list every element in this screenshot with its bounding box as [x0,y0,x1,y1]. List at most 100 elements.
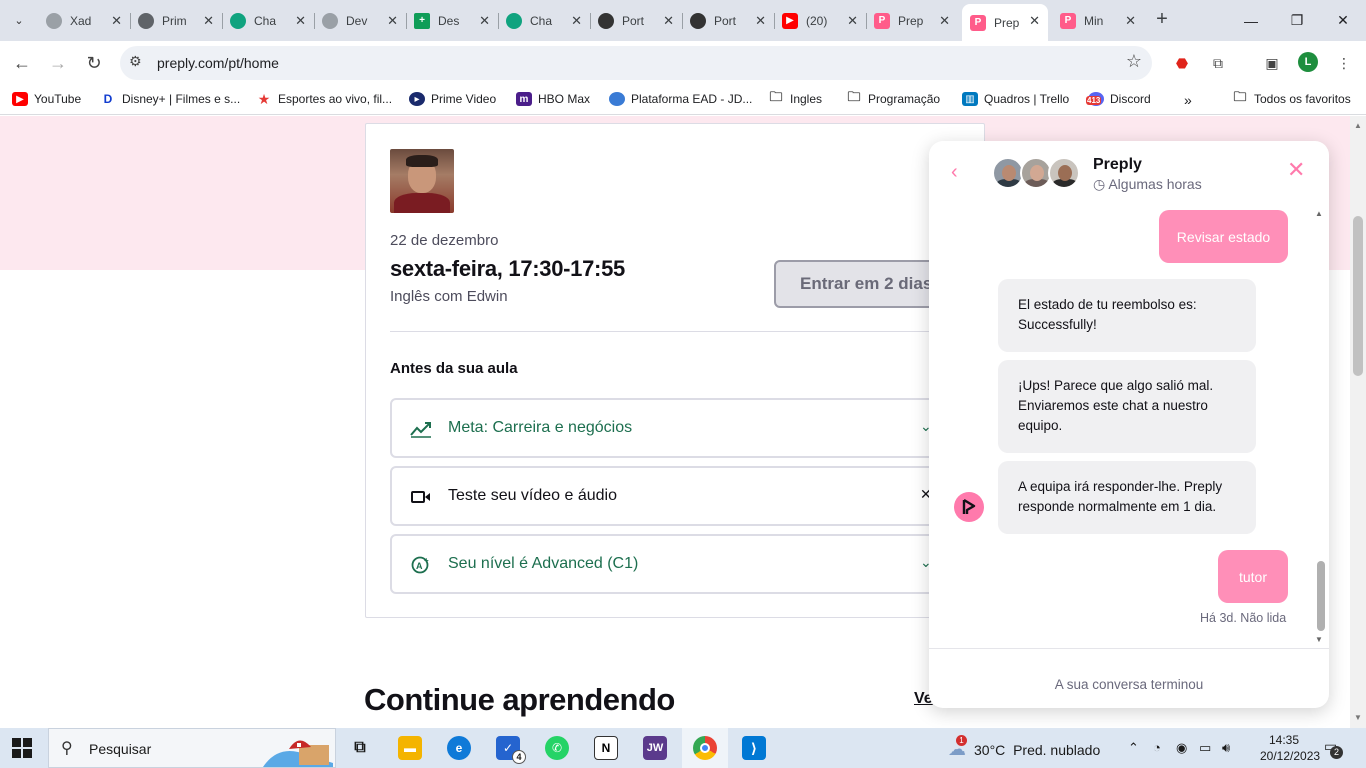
extensions-puzzle-icon[interactable]: ⧉ [1208,53,1228,73]
tab-7[interactable]: Port ✕ [590,4,683,37]
hbo-max-icon: m [516,92,532,106]
network-icon[interactable]: ◔ [1153,740,1161,755]
menu-kebab-icon[interactable]: ⋮ [1334,53,1354,73]
notification-center-icon[interactable]: ▭ 2 [1324,738,1343,759]
disney-icon: D [103,92,113,106]
windows-start-button[interactable] [12,738,32,758]
tab-6[interactable]: Cha ✕ [498,4,591,37]
bookmark-disney[interactable]: D Disney+ | Filmes e s... [100,92,241,106]
goal-accordion[interactable]: Meta: Carreira e negócios ⌄ [390,398,962,458]
bookmark-folder-ingles[interactable]: 🗀 Ingles [768,89,822,106]
site-settings-icon[interactable]: ⚙ [129,53,142,70]
notion-icon[interactable]: N [594,736,618,760]
tab-4[interactable]: Dev ✕ [314,4,407,37]
forward-button[interactable]: → [44,49,72,77]
tab-10[interactable]: P Prep ✕ [866,4,958,37]
tab-5[interactable]: + Des ✕ [406,4,499,37]
tab-2[interactable]: Prim ✕ [130,4,223,37]
whatsapp-icon[interactable]: ✆ [545,736,569,760]
close-tab-icon[interactable]: ✕ [1125,13,1136,29]
todo-app-icon[interactable]: ✓ 4 [496,736,526,764]
jw-app-icon[interactable]: JW [643,736,667,760]
system-clock[interactable]: 14:35 20/12/2023 [1260,732,1320,764]
tab-favicon [322,12,338,29]
adblock-extension-icon[interactable]: ⬣ [1172,53,1192,73]
restore-button[interactable]: ❐ [1274,0,1320,41]
close-chat-icon[interactable]: ✕ [1287,159,1305,181]
minimize-button[interactable]: — [1228,0,1274,41]
bookmark-esportes[interactable]: ★ Esportes ao vivo, fil... [256,90,392,107]
task-view-icon[interactable]: ⧉ [348,736,372,760]
volume-icon[interactable]: 🔊︎ [1222,740,1230,756]
more-bookmarks-chevron-icon[interactable]: » [1184,92,1192,108]
bookmark-all-favorites[interactable]: 🗀 Todos os favoritos [1232,89,1350,106]
profile-avatar[interactable]: L [1298,52,1318,72]
reload-button[interactable]: ↻ [80,49,108,77]
close-tab-icon[interactable]: ✕ [387,13,398,29]
test-av-accordion[interactable]: Teste seu vídeo e áudio ✕ [390,466,962,526]
page-scrollbar[interactable]: ▲ ▼ [1350,116,1366,728]
close-tab-icon[interactable]: ✕ [755,13,766,29]
close-tab-icon[interactable]: ✕ [571,13,582,29]
scroll-up-arrow[interactable]: ▲ [1315,209,1323,218]
close-tab-icon[interactable]: ✕ [663,13,674,29]
vscode-icon[interactable]: ⟩ [742,736,766,760]
taskbar-search-box[interactable]: ⚲ Pesquisar [48,728,336,768]
search-icon: ⚲ [61,740,73,757]
tab-1[interactable]: Xad ✕ [38,4,131,37]
close-tab-icon[interactable]: ✕ [939,13,950,29]
tab-12[interactable]: P Min ✕ [1052,4,1144,37]
close-tab-icon[interactable]: ✕ [1029,13,1040,29]
tray-chevron-up-icon[interactable]: ⌃ [1128,740,1139,756]
chat-ended-notice: A sua conversa terminou [929,648,1329,708]
scroll-up-arrow[interactable]: ▲ [1350,118,1366,134]
trello-icon: ▥ [962,92,978,106]
upcoming-lesson-card: 22 de dezembro sexta-feira, 17:30-17:55 … [365,123,1004,618]
chrome-icon[interactable] [693,736,717,760]
close-tab-icon[interactable]: ✕ [295,13,306,29]
level-accordion[interactable]: A + Seu nível é Advanced (C1) ⌄ [390,534,962,594]
bookmarks-bar: ▶ YouTube D Disney+ | Filmes e s... ★ Espor… [0,85,1366,115]
scroll-down-arrow[interactable]: ▼ [1315,635,1323,644]
bookmark-youtube[interactable]: ▶ YouTube [12,92,81,106]
folder-icon: 🗀 [1233,89,1247,104]
address-bar[interactable]: ⚙ preply.com/pt/home ☆ [120,46,1152,80]
chevron-left-icon[interactable]: ‹ [951,161,958,184]
side-panel-icon[interactable]: ▣ [1262,53,1282,73]
bookmark-plataforma-ead[interactable]: Plataforma EAD - JD... [609,92,752,106]
close-tab-icon[interactable]: ✕ [203,13,214,29]
star-icon: ★ [257,90,271,107]
test-av-label: Teste seu vídeo e áudio [448,487,618,504]
tab-favicon: P [874,12,890,29]
webcam-icon[interactable]: ◉ [1176,740,1187,756]
before-lesson-title: Antes da sua aula [390,360,518,377]
bookmark-discord[interactable]: 413 Discord [1086,92,1151,106]
new-tab-button[interactable]: + [1150,8,1174,32]
chat-response-time: ◷ Algumas horas [1093,176,1202,192]
tab-3[interactable]: Cha ✕ [222,4,315,37]
bookmark-star-icon[interactable]: ☆ [1126,51,1142,72]
back-button[interactable]: ← [8,49,36,77]
edge-browser-icon[interactable]: e [447,736,471,760]
tab-8[interactable]: Port ✕ [682,4,775,37]
weather-widget[interactable]: ☁ 1 30°C Pred. nublado [948,735,1100,760]
tab-11-active[interactable]: P Prep ✕ [962,4,1048,41]
chat-scrollbar-thumb[interactable] [1317,561,1325,631]
tab-9[interactable]: ▶ (20) ✕ [774,4,867,37]
tab-search-button[interactable]: ⌄ [7,8,31,32]
close-tab-icon[interactable]: ✕ [479,13,490,29]
file-explorer-icon[interactable]: ▬ [398,736,422,760]
close-tab-icon[interactable]: ✕ [847,13,858,29]
scrollbar-thumb[interactable] [1353,216,1363,376]
chat-scrollbar[interactable]: ▲ ▼ [1314,205,1328,647]
bookmark-trello[interactable]: ▥ Quadros | Trello [962,92,1069,106]
url-text[interactable]: preply.com/pt/home [157,55,279,71]
close-tab-icon[interactable]: ✕ [111,13,122,29]
scroll-down-arrow[interactable]: ▼ [1350,710,1366,726]
bookmark-prime-video[interactable]: ▸ Prime Video [409,92,496,106]
close-window-button[interactable]: ✕ [1320,0,1366,41]
tutor-avatar[interactable] [390,149,454,213]
bookmark-hbo-max[interactable]: m HBO Max [516,92,590,106]
battery-icon[interactable]: ▭ [1199,740,1211,756]
bookmark-folder-programacao[interactable]: 🗀 Programação [846,89,940,106]
